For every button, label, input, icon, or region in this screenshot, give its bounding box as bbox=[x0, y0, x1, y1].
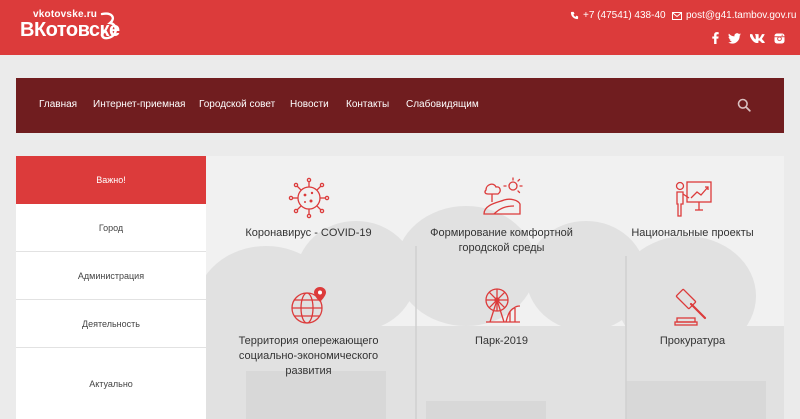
sidebar: Важно! Город Администрация Деятельность … bbox=[16, 156, 206, 419]
instagram-icon[interactable] bbox=[774, 33, 785, 44]
sidebar-item-important[interactable]: Важно! bbox=[16, 156, 206, 204]
nav-item-internet-reception[interactable]: Интернет-приемная bbox=[93, 99, 185, 110]
tile-national-projects[interactable]: Национальные проекты bbox=[600, 176, 784, 276]
logo-swirl-icon bbox=[100, 12, 117, 40]
gavel-icon bbox=[673, 288, 706, 326]
site-header: vkotovske.ru ВКотовске +7 (47541) 438-40… bbox=[0, 0, 800, 55]
envelope-icon bbox=[672, 11, 682, 20]
globe-pin-icon bbox=[290, 287, 326, 324]
nav-item-city-council[interactable]: Городской совет bbox=[199, 99, 275, 110]
nav-item-news[interactable]: Новости bbox=[290, 99, 329, 110]
sidebar-item-city[interactable]: Город bbox=[16, 204, 206, 252]
tile-development-territory[interactable]: Территория опережающего социально-эконом… bbox=[216, 284, 401, 384]
tile-covid-label: Коронавирус - COVID-19 bbox=[245, 227, 372, 239]
social-links bbox=[712, 32, 785, 44]
tile-prosecutor[interactable]: Прокуратура bbox=[600, 284, 784, 384]
nav-item-low-vision[interactable]: Слабовидящим bbox=[406, 99, 479, 110]
nav-item-contacts[interactable]: Контакты bbox=[346, 99, 389, 110]
tile-park-2019-label: Парк-2019 bbox=[474, 335, 529, 347]
tile-covid[interactable]: Коронавирус - COVID-19 bbox=[216, 176, 401, 276]
tile-development-territory-label: Территория опережающего социально-эконом… bbox=[238, 335, 379, 377]
main-content: Важно! Город Администрация Деятельность … bbox=[16, 156, 784, 419]
tile-national-projects-label: Национальные проекты bbox=[631, 227, 754, 239]
presentation-icon bbox=[675, 181, 712, 217]
phone-number: +7 (47541) 438-40 bbox=[583, 10, 666, 21]
facebook-icon[interactable] bbox=[712, 32, 719, 44]
tile-urban-environment[interactable]: Формирование комфортной городской среды bbox=[409, 176, 594, 276]
nav-item-home[interactable]: Главная bbox=[39, 99, 77, 110]
sidebar-item-administration[interactable]: Администрация bbox=[16, 252, 206, 300]
phone-contact[interactable]: +7 (47541) 438-40 bbox=[570, 10, 666, 21]
site-logo[interactable]: vkotovske.ru ВКотовске bbox=[20, 6, 130, 46]
search-icon[interactable] bbox=[737, 98, 751, 112]
vk-icon[interactable] bbox=[750, 33, 765, 43]
tile-prosecutor-label: Прокуратура bbox=[659, 335, 726, 347]
landscape-icon bbox=[482, 177, 523, 215]
virus-icon bbox=[288, 177, 329, 219]
email-contact[interactable]: post@g41.tambov.gov.ru bbox=[672, 10, 796, 21]
twitter-icon[interactable] bbox=[728, 32, 741, 44]
sidebar-item-current[interactable]: Актуально bbox=[16, 348, 206, 419]
phone-icon bbox=[570, 11, 579, 20]
main-navigation: Главная Интернет-приемная Городской сове… bbox=[16, 78, 784, 133]
tile-park-2019[interactable]: Парк-2019 bbox=[409, 284, 594, 384]
ferris-wheel-icon bbox=[484, 288, 520, 323]
tile-urban-environment-label: Формирование комфортной городской среды bbox=[430, 227, 573, 254]
email-address: post@g41.tambov.gov.ru bbox=[686, 10, 797, 21]
sidebar-item-activity[interactable]: Деятельность bbox=[16, 300, 206, 348]
